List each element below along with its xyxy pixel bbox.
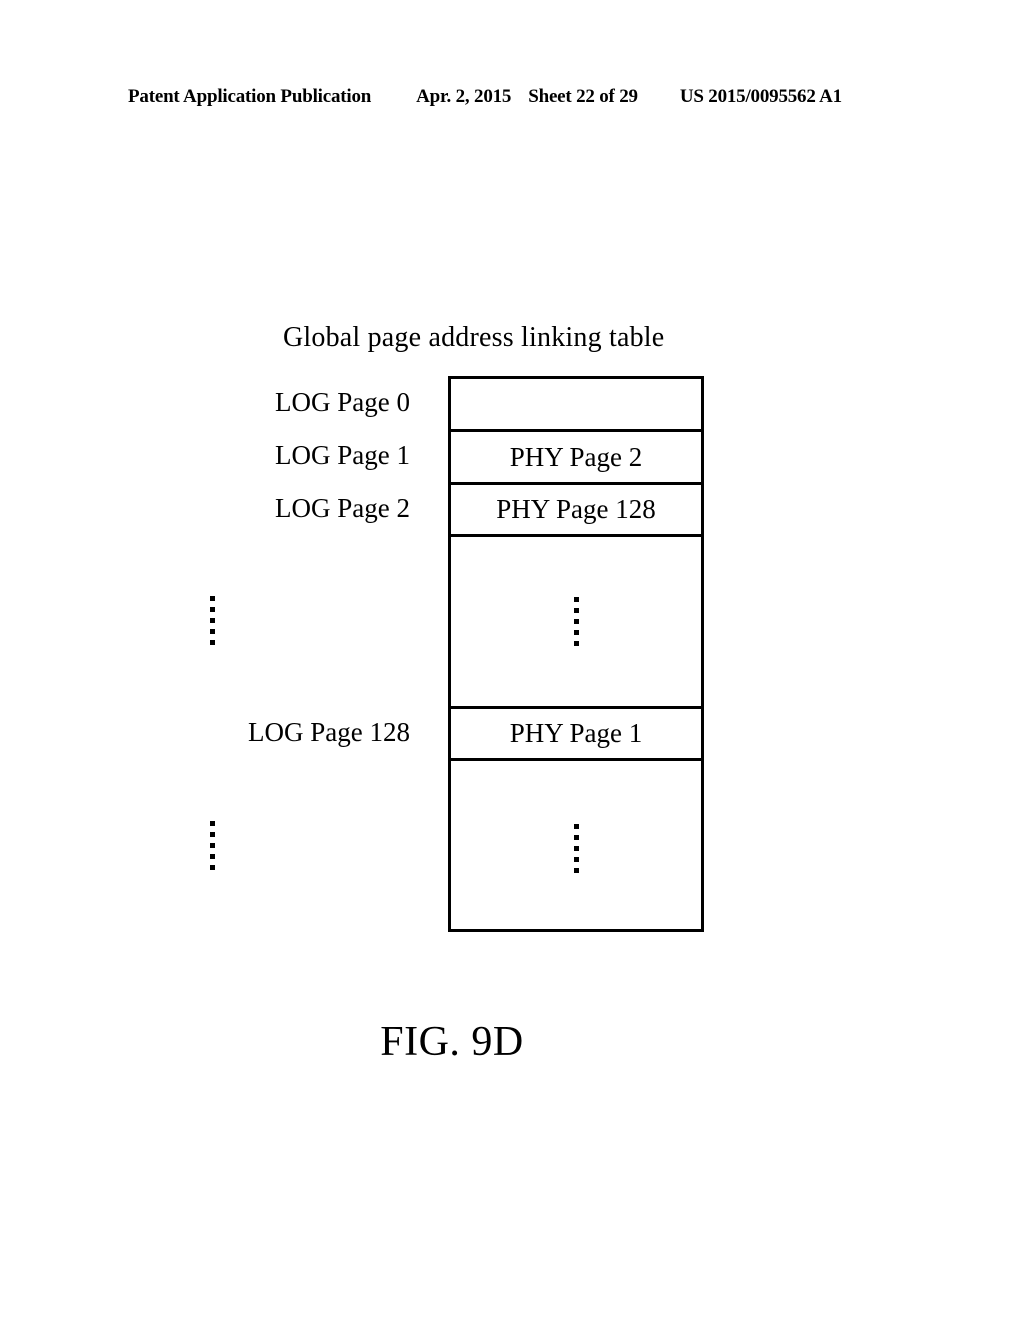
label-ellipsis [97, 534, 410, 706]
log-page-label-column: LOG Page 0 LOG Page 1 LOG Page 2 LOG Page 1… [180, 376, 410, 932]
vertical-ellipsis-icon [209, 595, 215, 645]
table-row [451, 537, 701, 709]
figure-caption: FIG. 9D [380, 1019, 524, 1065]
phy-page-value: PHY Page 1 [509, 718, 643, 748]
vertical-ellipsis-icon [573, 597, 579, 646]
log-page-label: LOG Page 128 [180, 706, 410, 758]
table-row: PHY Page 2 [451, 432, 701, 485]
figure-title: Global page address linking table [283, 322, 665, 353]
phy-page-value: PHY Page 128 [496, 494, 656, 524]
vertical-ellipsis-icon [573, 823, 579, 873]
vertical-ellipsis-icon [209, 820, 215, 870]
log-page-label-text: LOG Page 2 [275, 492, 410, 523]
table-row: PHY Page 128 [451, 485, 701, 537]
log-page-label-text: LOG Page 128 [248, 716, 410, 747]
log-page-label: LOG Page 0 [180, 376, 410, 429]
table-row: PHY Page 1 [451, 709, 701, 761]
log-page-label-text: LOG Page 1 [275, 440, 410, 470]
log-page-label-text: LOG Page 0 [275, 387, 410, 417]
log-page-label: LOG Page 1 [180, 429, 410, 482]
figure-9d: Global page address linking table LOG Pa… [0, 0, 1024, 1320]
table-row [451, 379, 701, 432]
phy-page-value: PHY Page 2 [509, 441, 643, 472]
table-row [451, 761, 701, 935]
label-ellipsis [97, 758, 410, 932]
log-page-label: LOG Page 2 [180, 482, 410, 534]
global-page-address-linking-table: PHY Page 2 PHY Page 128 PHY Page 1 [448, 376, 704, 932]
